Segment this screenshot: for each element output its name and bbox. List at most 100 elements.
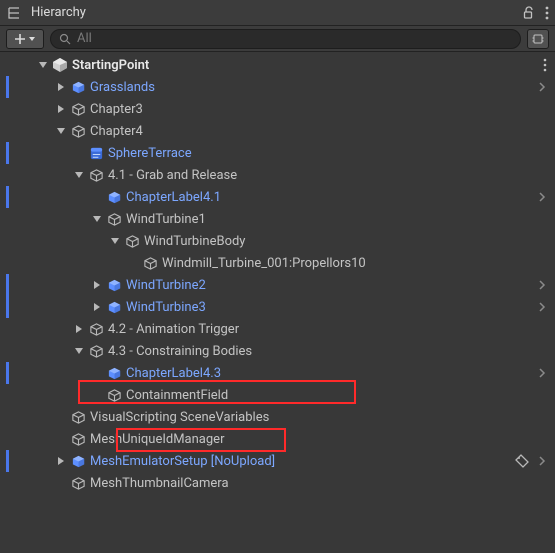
guide-bar [6,384,9,406]
tree-row[interactable]: Chapter4 [0,120,555,142]
twisty-icon[interactable] [90,300,104,314]
guide-bar [6,362,9,384]
tag-icon[interactable] [515,454,529,468]
twisty-icon[interactable] [72,344,86,358]
tree-row[interactable]: WindTurbine2 [0,274,555,296]
panel-title: Hierarchy [31,5,86,20]
panel-menu-icon[interactable] [545,6,549,20]
guide-bar [6,98,9,120]
cube-icon [106,211,122,227]
guide-bar [6,208,9,230]
tree-row[interactable]: MeshEmulatorSetup [NoUpload] [0,450,555,472]
twisty-icon[interactable] [90,212,104,226]
guide-bar [6,472,9,494]
search-input[interactable]: All [50,29,521,49]
tree-item-label: WindTurbineBody [144,234,245,249]
prefab-cube-icon [106,299,122,315]
tree-row[interactable]: ChapterLabel4.1 [0,186,555,208]
cube-icon [70,101,86,117]
guide-bar [6,252,9,274]
tree-item-label: WindTurbine2 [126,278,206,293]
cube-icon [142,255,158,271]
prefab-cube-icon [106,365,122,381]
row-menu-icon[interactable] [543,58,547,72]
tree-row[interactable]: Windmill_Turbine_001:Propellors10 [0,252,555,274]
twisty-icon[interactable] [72,322,86,336]
tree-row[interactable]: 4.1 - Grab and Release [0,164,555,186]
tree-row[interactable]: ChapterLabel4.3 [0,362,555,384]
twisty-icon[interactable] [54,80,68,94]
chevron-right-icon[interactable] [537,368,547,378]
guide-bar [6,428,9,450]
twisty-icon[interactable] [54,124,68,138]
plus-icon [14,33,26,45]
cube-icon [70,409,86,425]
guide-bar [6,186,9,208]
tree-item-label: ChapterLabel4.3 [126,366,221,381]
twisty-icon[interactable] [72,168,86,182]
twisty-icon[interactable] [36,58,50,72]
tree-row[interactable]: SphereTerrace [0,142,555,164]
tree-item-label: SphereTerrace [108,146,192,161]
tree-row[interactable]: VisualScripting SceneVariables [0,406,555,428]
tree-row[interactable]: MeshUniqueIdManager [0,428,555,450]
guide-bar [6,274,9,296]
twisty-icon[interactable] [90,278,104,292]
script-icon [88,145,104,161]
chevron-right-icon[interactable] [537,456,547,466]
search-filter-button[interactable] [527,29,549,49]
cube-icon [106,387,122,403]
tree-item-label: ChapterLabel4.1 [126,190,221,205]
tree-row[interactable]: WindTurbineBody [0,230,555,252]
search-icon [59,33,71,45]
tree-item-label: VisualScripting SceneVariables [90,410,269,425]
tree-item-label: Chapter3 [90,102,143,117]
tree-item-label: 4.1 - Grab and Release [108,168,237,183]
cube-icon [70,475,86,491]
tree-item-label: 4.2 - Animation Trigger [108,322,239,337]
guide-bar [6,164,9,186]
cube-icon [88,167,104,183]
hierarchy-tree[interactable]: StartingPoint Grasslands Chapter3 Chapter4… [0,52,555,553]
guide-bar [6,120,9,142]
chevron-right-icon[interactable] [537,192,547,202]
tree-row[interactable]: Chapter3 [0,98,555,120]
chevron-right-icon[interactable] [537,82,547,92]
create-dropdown[interactable] [6,29,44,49]
chevron-right-icon[interactable] [537,302,547,312]
tree-row[interactable]: WindTurbine1 [0,208,555,230]
tree-row[interactable]: WindTurbine3 [0,296,555,318]
scene-label: StartingPoint [72,58,149,73]
guide-bar [6,76,9,98]
twisty-icon[interactable] [54,102,68,116]
tree-row[interactable]: Grasslands [0,76,555,98]
chevron-down-icon [28,35,36,43]
tree-item-label: Chapter4 [90,124,143,139]
guide-bar [6,450,9,472]
tree-item-label: Grasslands [90,80,155,95]
cube-icon [70,123,86,139]
lock-icon[interactable] [521,6,535,20]
hierarchy-icon [6,5,22,21]
guide-bar [6,296,9,318]
twisty-icon[interactable] [108,234,122,248]
unity-icon [52,57,68,73]
cube-icon [124,233,140,249]
chip-icon [532,33,544,45]
tree-item-label: MeshThumbnailCamera [90,476,229,491]
guide-bar [6,142,9,164]
scene-row[interactable]: StartingPoint [0,54,555,76]
guide-bar [6,318,9,340]
guide-bar [6,406,9,428]
tree-row[interactable]: 4.3 - Constraining Bodies [0,340,555,362]
twisty-icon[interactable] [54,454,68,468]
tree-row[interactable]: 4.2 - Animation Trigger [0,318,555,340]
prefab-cube-icon [106,277,122,293]
chevron-right-icon[interactable] [537,280,547,290]
tree-row[interactable]: MeshThumbnailCamera [0,472,555,494]
tree-row[interactable]: ContainmentField [0,384,555,406]
tree-item-label: Windmill_Turbine_001:Propellors10 [162,256,366,271]
guide-bar [6,340,9,362]
search-placeholder: All [77,31,92,46]
tree-item-label: MeshUniqueIdManager [90,432,224,447]
